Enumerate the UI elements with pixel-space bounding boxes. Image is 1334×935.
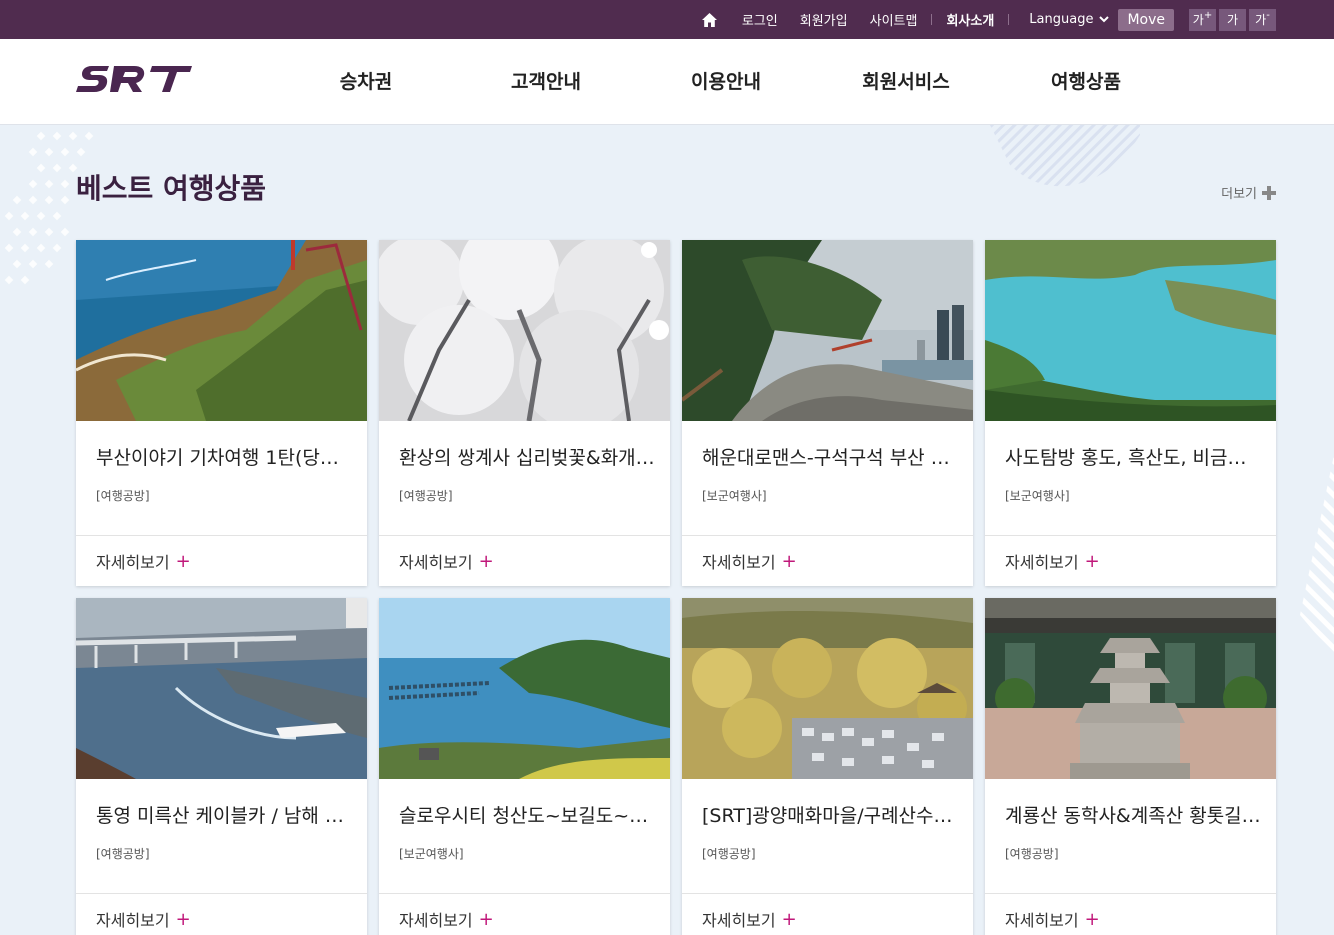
- product-card[interactable]: 환상의 쌍계사 십리벚꽃&화개장터 기차여행 [여행공방] 자세히보기 +: [379, 240, 670, 586]
- home-icon[interactable]: [701, 12, 718, 28]
- details-button[interactable]: 자세히보기 +: [682, 893, 973, 935]
- plus-icon: +: [1084, 550, 1100, 572]
- font-larger-button[interactable]: 가 +: [1189, 8, 1216, 31]
- product-card[interactable]: 슬로우시티 청산도~보길도~완도 여행 [보군여행사] 자세히보기 +: [379, 598, 670, 935]
- nav-customer-guide[interactable]: 고객안내: [456, 39, 636, 125]
- site-header: 승차권 고객안내 이용안내 회원서비스 여행상품: [0, 39, 1334, 125]
- divider: [931, 14, 933, 25]
- product-title[interactable]: 계룡산 동학사&계족산 황톳길 여행: [1005, 801, 1263, 828]
- turquoise-bay-image[interactable]: [985, 240, 1276, 421]
- font-size-controls: 가 + 가 가-: [1189, 8, 1276, 31]
- sitemap-link[interactable]: 사이트맵: [870, 10, 918, 29]
- details-button[interactable]: 자세히보기 +: [379, 893, 670, 935]
- signup-link[interactable]: 회원가입: [800, 10, 848, 29]
- product-title[interactable]: 통영 미륵산 케이블카 / 남해 기차여행: [96, 801, 354, 828]
- font-normal-label: 가: [1226, 13, 1239, 27]
- temple-pagoda-image[interactable]: [985, 598, 1276, 779]
- decorative-stripes: [990, 125, 1140, 187]
- details-button[interactable]: 자세히보기 +: [76, 893, 367, 935]
- product-card[interactable]: 해운대로맨스-구석구석 부산 기차여행 [보군여행사] 자세히보기 +: [682, 240, 973, 586]
- divider: [1008, 14, 1010, 25]
- main-content: 베스트 여행상품 더보기 부산이야기 기차여행 1탄(당일) 태종대, 감천문화…: [0, 125, 1334, 935]
- product-grid: 부산이야기 기차여행 1탄(당일) 태종대, 감천문화마을 [여행공방] 자세히…: [76, 240, 1276, 935]
- language-select[interactable]: Language: [1029, 12, 1110, 27]
- font-normal-button[interactable]: 가: [1219, 8, 1246, 31]
- plus-icon: +: [175, 908, 191, 930]
- details-button[interactable]: 자세히보기 +: [682, 535, 973, 586]
- product-agency: [여행공방]: [399, 489, 453, 503]
- plus-icon: [1262, 185, 1276, 200]
- details-button[interactable]: 자세히보기 +: [379, 535, 670, 586]
- product-agency: [보군여행사]: [399, 847, 464, 861]
- more-label: 더보기: [1221, 187, 1257, 202]
- product-agency: [여행공방]: [702, 847, 756, 861]
- product-agency: [여행공방]: [96, 847, 150, 861]
- font-larger-sign: +: [1203, 9, 1213, 21]
- nav-usage-guide[interactable]: 이용안내: [636, 39, 816, 125]
- product-card[interactable]: 통영 미륵산 케이블카 / 남해 기차여행 [여행공방] 자세히보기 +: [76, 598, 367, 935]
- product-agency: [보군여행사]: [1005, 489, 1070, 503]
- tongyeong-bridge-image[interactable]: [76, 598, 367, 779]
- main-nav: 승차권 고객안내 이용안내 회원서비스 여행상품: [276, 39, 1176, 125]
- chevron-down-icon: [1099, 16, 1110, 23]
- product-card[interactable]: [SRT]광양매화마을/구례산수유마을 여행 [여행공방] 자세히보기 +: [682, 598, 973, 935]
- details-label: 자세히보기: [1005, 911, 1079, 930]
- product-card[interactable]: 부산이야기 기차여행 1탄(당일) 태종대, 감천문화마을 [여행공방] 자세히…: [76, 240, 367, 586]
- font-larger-label: 가: [1192, 13, 1204, 27]
- cherry-blossom-image[interactable]: [379, 240, 670, 421]
- product-title[interactable]: 환상의 쌍계사 십리벚꽃&화개장터 기차여행: [399, 443, 657, 470]
- section-title: 베스트 여행상품: [76, 172, 267, 205]
- nav-travel-products[interactable]: 여행상품: [996, 39, 1176, 125]
- nav-member-services[interactable]: 회원서비스: [816, 39, 996, 125]
- plus-icon: +: [781, 550, 797, 572]
- details-button[interactable]: 자세히보기 +: [985, 535, 1276, 586]
- plus-icon: +: [781, 908, 797, 930]
- details-label: 자세히보기: [399, 553, 473, 572]
- product-title[interactable]: [SRT]광양매화마을/구례산수유마을 여행: [702, 801, 960, 828]
- details-label: 자세히보기: [399, 911, 473, 930]
- product-title[interactable]: 사도탐방 홍도, 흑산도, 비금도 여행: [1005, 443, 1263, 470]
- font-smaller-button[interactable]: 가-: [1249, 8, 1276, 31]
- details-label: 자세히보기: [702, 553, 776, 572]
- details-label: 자세히보기: [96, 553, 170, 572]
- nav-tickets[interactable]: 승차권: [276, 39, 456, 125]
- details-label: 자세히보기: [702, 911, 776, 930]
- product-agency: [보군여행사]: [702, 489, 767, 503]
- utility-bar: 로그인 회원가입 사이트맵 회사소개 Language Move 가 + 가 가-: [0, 0, 1334, 39]
- product-title[interactable]: 부산이야기 기차여행 1탄(당일) 태종대, 감천문화마을: [96, 443, 354, 470]
- details-label: 자세히보기: [1005, 553, 1079, 572]
- product-agency: [여행공방]: [96, 489, 150, 503]
- details-button[interactable]: 자세히보기 +: [76, 535, 367, 586]
- product-agency: [여행공방]: [1005, 847, 1059, 861]
- details-button[interactable]: 자세히보기 +: [985, 893, 1276, 935]
- plum-village-image[interactable]: [682, 598, 973, 779]
- plus-icon: +: [478, 908, 494, 930]
- font-smaller-sign: -: [1266, 9, 1270, 21]
- more-link[interactable]: 더보기: [1221, 183, 1276, 202]
- srt-logo[interactable]: [76, 63, 192, 99]
- product-card[interactable]: 사도탐방 홍도, 흑산도, 비금도 여행 [보군여행사] 자세히보기 +: [985, 240, 1276, 586]
- cheongsando-bay-image[interactable]: [379, 598, 670, 779]
- move-button[interactable]: Move: [1118, 8, 1174, 31]
- plus-icon: +: [478, 550, 494, 572]
- product-card[interactable]: 계룡산 동학사&계족산 황톳길 여행 [여행공방] 자세히보기 +: [985, 598, 1276, 935]
- details-label: 자세히보기: [96, 911, 170, 930]
- haeundae-coast-image[interactable]: [682, 240, 973, 421]
- plus-icon: +: [175, 550, 191, 572]
- language-label: Language: [1029, 12, 1094, 27]
- company-intro-link[interactable]: 회사소개: [946, 10, 994, 29]
- coastal-cliff-image[interactable]: [76, 240, 367, 421]
- decorative-stripes: [1300, 455, 1334, 655]
- login-link[interactable]: 로그인: [742, 10, 778, 29]
- product-title[interactable]: 슬로우시티 청산도~보길도~완도 여행: [399, 801, 657, 828]
- plus-icon: +: [1084, 908, 1100, 930]
- product-title[interactable]: 해운대로맨스-구석구석 부산 기차여행: [702, 443, 960, 470]
- font-smaller-label: 가: [1255, 13, 1267, 27]
